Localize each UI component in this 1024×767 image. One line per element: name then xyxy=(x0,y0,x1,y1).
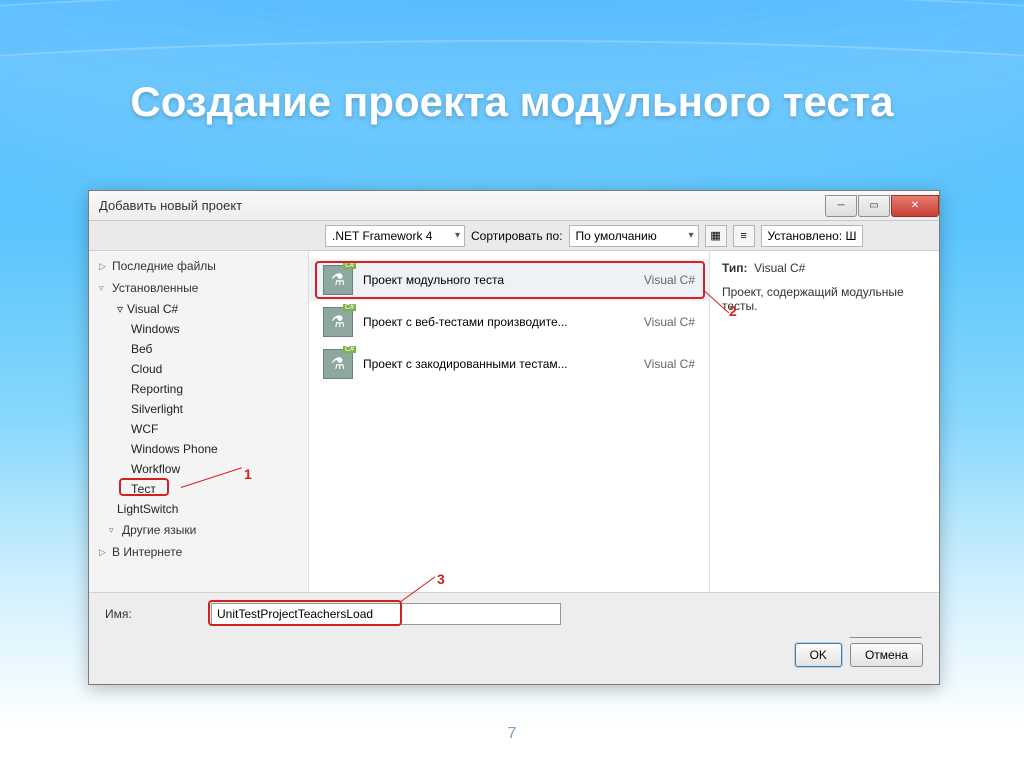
name-label: Имя: xyxy=(105,607,201,621)
sidebar-lightswitch[interactable]: LightSwitch xyxy=(89,499,308,519)
flask-icon: ⚗ xyxy=(323,307,353,337)
template-lang: Visual C# xyxy=(625,273,695,287)
sidebar-item[interactable]: Windows Phone xyxy=(89,439,308,459)
titlebar: Добавить новый проект ─ ▭ ✕ xyxy=(89,191,939,221)
sidebar-other-lang[interactable]: ▿Другие языки xyxy=(89,519,308,541)
sidebar-item[interactable]: Windows xyxy=(89,319,308,339)
view-list-icon[interactable]: ≡ xyxy=(733,225,755,247)
template-coded-test[interactable]: ⚗ Проект с закодированными тестам... Vis… xyxy=(309,343,709,385)
name-input[interactable] xyxy=(211,603,561,625)
dialog-buttons: OK Отмена xyxy=(89,638,939,684)
sidebar-item[interactable]: Reporting xyxy=(89,379,308,399)
flask-icon: ⚗ xyxy=(323,349,353,379)
sidebar-item[interactable]: Workflow xyxy=(89,459,308,479)
sidebar-recent[interactable]: ▷Последние файлы xyxy=(89,255,308,277)
sidebar-online[interactable]: ▷В Интернете xyxy=(89,541,308,563)
close-button[interactable]: ✕ xyxy=(891,195,939,217)
annotation-1: 1 xyxy=(244,466,252,482)
template-web-test[interactable]: ⚗ Проект с веб-тестами производите... Vi… xyxy=(309,301,709,343)
sidebar-item[interactable]: Cloud xyxy=(89,359,308,379)
template-unit-test[interactable]: ⚗ Проект модульного теста Visual C# xyxy=(309,259,709,301)
template-name: Проект с закодированными тестам... xyxy=(363,357,615,371)
template-name: Проект модульного теста xyxy=(363,273,615,287)
search-templates-input[interactable]: Установлено: Ш xyxy=(761,225,864,247)
template-desc: Проект, содержащий модульные тесты. xyxy=(722,285,927,313)
toolbar: .NET Framework 4 Сортировать по: По умол… xyxy=(89,221,939,251)
cancel-button[interactable]: Отмена xyxy=(850,643,923,667)
template-lang: Visual C# xyxy=(625,357,695,371)
type-value: Visual C# xyxy=(754,261,805,275)
sidebar-item[interactable]: WCF xyxy=(89,419,308,439)
sort-select[interactable]: По умолчанию xyxy=(569,225,699,247)
sidebar: ▷Последние файлы ▿Установленные ▿Visual … xyxy=(89,251,309,592)
dialog-title: Добавить новый проект xyxy=(99,198,242,213)
sidebar-installed[interactable]: ▿Установленные xyxy=(89,277,308,299)
minimize-button[interactable]: ─ xyxy=(825,195,857,217)
ok-button[interactable]: OK xyxy=(795,643,842,667)
template-lang: Visual C# xyxy=(625,315,695,329)
maximize-button[interactable]: ▭ xyxy=(858,195,890,217)
details-pane: Тип: Visual C# Проект, содержащий модуль… xyxy=(709,251,939,592)
type-label: Тип: xyxy=(722,261,748,275)
annotation-2: 2 xyxy=(729,303,737,319)
page-number: 7 xyxy=(0,725,1024,743)
view-medium-icon[interactable]: ▦ xyxy=(705,225,727,247)
sidebar-item[interactable]: Silverlight xyxy=(89,399,308,419)
annotation-3: 3 xyxy=(437,571,445,587)
flask-icon: ⚗ xyxy=(323,265,353,295)
sort-label: Сортировать по: xyxy=(471,229,563,243)
template-name: Проект с веб-тестами производите... xyxy=(363,315,615,329)
sidebar-item[interactable]: Веб xyxy=(89,339,308,359)
sidebar-visual-csharp[interactable]: ▿Visual C# xyxy=(89,299,308,319)
framework-select[interactable]: .NET Framework 4 xyxy=(325,225,465,247)
add-project-dialog: Добавить новый проект ─ ▭ ✕ .NET Framewo… xyxy=(88,190,940,685)
template-list: ⚗ Проект модульного теста Visual C# ⚗ Пр… xyxy=(309,251,709,592)
